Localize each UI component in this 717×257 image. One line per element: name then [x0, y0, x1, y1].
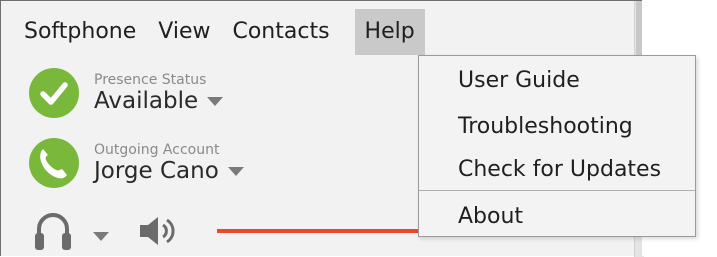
presence-status-selector[interactable]: Presence Status Available	[29, 68, 224, 118]
chevron-down-icon[interactable]	[93, 231, 109, 241]
outgoing-account-label: Outgoing Account	[94, 142, 220, 158]
audio-controls	[33, 209, 176, 257]
menu-contacts[interactable]: Contacts	[221, 9, 340, 55]
menu-help[interactable]: Help	[354, 9, 425, 55]
menu-item-troubleshooting[interactable]: Troubleshooting	[419, 104, 695, 150]
chevron-down-icon	[227, 166, 244, 176]
menu-view[interactable]: View	[147, 9, 221, 55]
presence-status-label: Presence Status	[94, 72, 207, 88]
help-dropdown-menu: User Guide Troubleshooting Check for Upd…	[418, 55, 696, 237]
menu-bar: Softphone View Contacts Help	[2, 9, 632, 55]
phone-transfer-icon	[29, 138, 79, 188]
chevron-down-icon	[207, 96, 224, 106]
check-icon	[29, 68, 79, 118]
presence-status-value: Available	[94, 88, 224, 114]
menu-item-about[interactable]: About	[419, 194, 695, 240]
outgoing-account-selector[interactable]: Outgoing Account Jorge Cano	[29, 138, 244, 188]
menu-separator	[419, 190, 695, 191]
menu-item-user-guide[interactable]: User Guide	[419, 58, 695, 104]
volume-slider-track[interactable]	[217, 229, 422, 233]
speaker-icon[interactable]	[136, 211, 176, 255]
outgoing-account-value: Jorge Cano	[94, 158, 244, 184]
menu-item-check-for-updates[interactable]: Check for Updates	[419, 147, 695, 193]
headset-icon[interactable]	[33, 209, 73, 257]
menu-softphone[interactable]: Softphone	[2, 9, 147, 55]
